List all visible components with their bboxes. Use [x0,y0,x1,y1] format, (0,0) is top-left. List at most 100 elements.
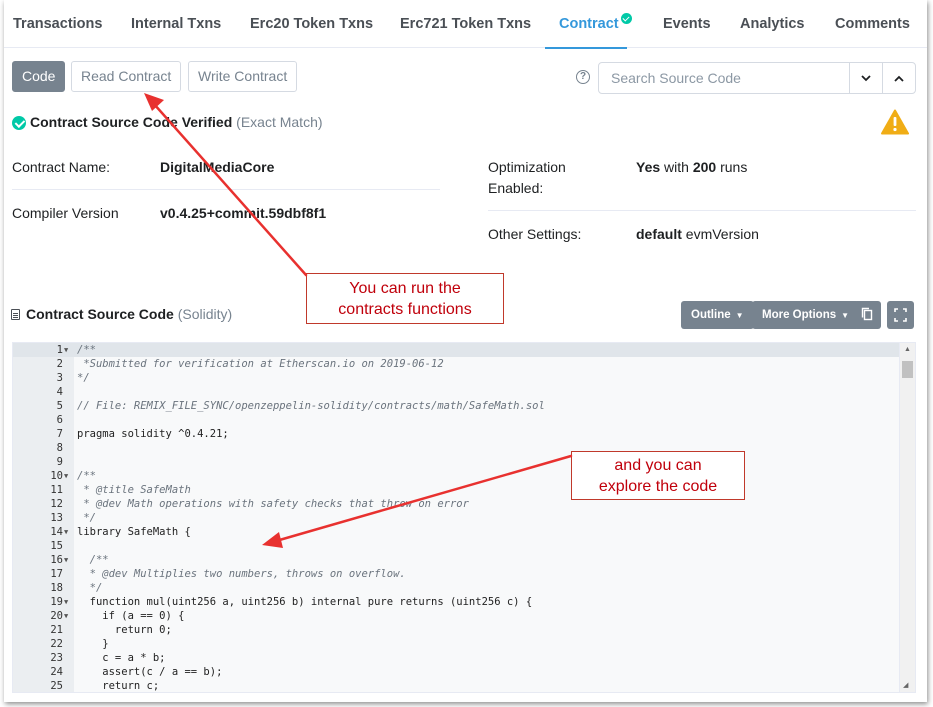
contract-name-value: DigitalMediaCore [160,159,275,175]
warning-icon[interactable] [881,109,909,135]
code-line: 14 ▼ library SafeMath { [13,525,899,539]
contract-page: Transactions Internal Txns Erc20 Token T… [4,0,927,702]
callout-explore-code-line2: explore the code [598,478,718,495]
tab-contract[interactable]: Contract [545,0,627,49]
line-number: 17 [50,568,63,580]
divider [12,189,440,190]
code-line: 23 c = a * b; [13,651,899,665]
tab-analytics[interactable]: Analytics [740,0,804,48]
write-contract-button[interactable]: Write Contract [188,61,298,92]
code-editor[interactable]: 1 ▼/** 2 *Submitted for verification at Et… [12,342,916,693]
optimization-runs-word: runs [720,159,748,175]
line-number: 24 [50,666,63,678]
read-contract-button[interactable]: Read Contract [71,61,182,92]
compiler-version-value: v0.4.25+commit.59dbf8f1 [160,205,327,221]
code-line: 4 [13,385,899,399]
copy-button[interactable] [854,301,881,329]
line-number: 2 [56,358,63,370]
more-options-button[interactable]: More Options ▼ [752,301,860,329]
code-text: * @title SafeMath [77,484,191,496]
source-code-title: Contract Source Code [26,306,174,322]
tab-erc721-token-txns[interactable]: Erc721 Token Txns [400,0,531,48]
scrollbar-thumb[interactable] [902,361,913,378]
tab-bar: Transactions Internal Txns Erc20 Token T… [4,0,927,49]
fold-toggle-icon[interactable]: ▼ [64,553,72,567]
fold-toggle-icon[interactable]: ▼ [64,609,72,623]
outline-button[interactable]: Outline ▼ [681,301,754,329]
code-text: *Submitted for verification at Etherscan… [77,358,444,370]
more-options-label: More Options [762,309,837,321]
code-lines: 1 ▼/** 2 *Submitted for verification at Et… [13,343,899,692]
tab-comments[interactable]: Comments [835,0,910,48]
code-line: 9 [13,455,899,469]
code-text: return c; [77,680,160,692]
code-line: 8 [13,441,899,455]
code-text: if (a == 0) { [77,610,185,622]
fold-toggle-icon[interactable]: ▼ [64,343,72,357]
fold-toggle-icon[interactable]: ▼ [64,525,72,539]
callout-explore-code-line1: and you can [614,457,702,474]
line-number: 5 [56,400,63,412]
callout-explore-code: and you can explore the code [571,451,745,500]
code-line: 10 ▼ /** [13,469,899,483]
code-text: */ [77,372,90,384]
code-line: 19 ▼ function mul(uint256 a, uint256 b) i… [13,595,899,609]
expand-icon [894,308,907,322]
line-number: 10 [50,470,63,482]
copy-icon [861,307,873,321]
code-text: * @dev Multiplies two numbers, throws on… [77,568,406,580]
code-line: 20 ▼ if (a == 0) { [13,609,899,623]
arrowhead-read-contract [144,93,164,111]
code-button[interactable]: Code [12,61,66,92]
scroll-up-icon[interactable]: ▲ [904,346,911,353]
search-source-input[interactable] [599,63,849,93]
optimization-label-line1: Optimization [488,159,566,175]
optimization-value: Yes with 200 runs [636,157,747,178]
code-line: 15 [13,539,899,553]
code-text: return 0; [77,624,172,636]
code-line: 16 ▼ /** [13,553,899,567]
optimization-label-line2: Enabled: [488,180,544,196]
code-text: assert(c / a == b); [77,666,223,678]
tab-contract-label: Contract [559,16,619,32]
callout-run-functions-line2: contracts functions [338,301,472,318]
line-number: 14 [50,526,63,538]
editor-scrollbar[interactable]: ▲ ◢ [899,343,915,692]
help-icon[interactable]: ? [576,70,590,84]
line-number: 8 [56,442,63,454]
line-number: 21 [50,624,63,636]
tab-events[interactable]: Events [663,0,711,48]
search-next-button[interactable] [849,63,882,93]
tab-internal-txns[interactable]: Internal Txns [131,0,221,48]
code-text: // File: REMIX_FILE_SYNC/openzeppelin-so… [77,400,545,412]
code-line: 24 assert(c / a == b); [13,665,899,679]
code-text: c = a * b; [77,652,166,664]
code-line: 5 // File: REMIX_FILE_SYNC/openzeppelin-s… [13,399,899,413]
callout-run-functions: You can run the contracts functions [306,273,504,324]
outline-label: Outline [691,309,731,321]
code-text: function mul(uint256 a, uint256 b) inter… [77,596,533,608]
fullscreen-button[interactable] [887,301,914,329]
chevron-down-icon [861,75,871,82]
fold-toggle-icon[interactable]: ▼ [64,595,72,609]
code-text: library SafeMath { [77,526,191,538]
line-number: 11 [50,484,63,496]
code-line: 1 ▼ /** [13,343,899,357]
line-number: 4 [56,386,63,398]
fold-toggle-icon[interactable]: ▼ [64,469,72,483]
line-number: 15 [50,540,63,552]
source-code-heading: Contract Source Code (Solidity) [11,306,232,322]
verified-check-icon [621,13,632,24]
code-line: 21 return 0; [13,623,899,637]
code-line: 3 */ [13,371,899,385]
optimization-label: Optimization Enabled: [488,157,566,199]
line-number: 20 [50,610,63,622]
verified-check-icon [12,116,26,130]
tab-erc20-token-txns[interactable]: Erc20 Token Txns [250,0,373,48]
resize-grip-icon[interactable]: ◢ [903,681,908,689]
search-prev-button[interactable] [882,63,915,93]
tab-transactions[interactable]: Transactions [13,0,102,48]
verification-note: (Exact Match) [236,114,323,130]
other-settings-label: Other Settings: [488,226,582,242]
code-line: 25 return c; [13,679,899,692]
